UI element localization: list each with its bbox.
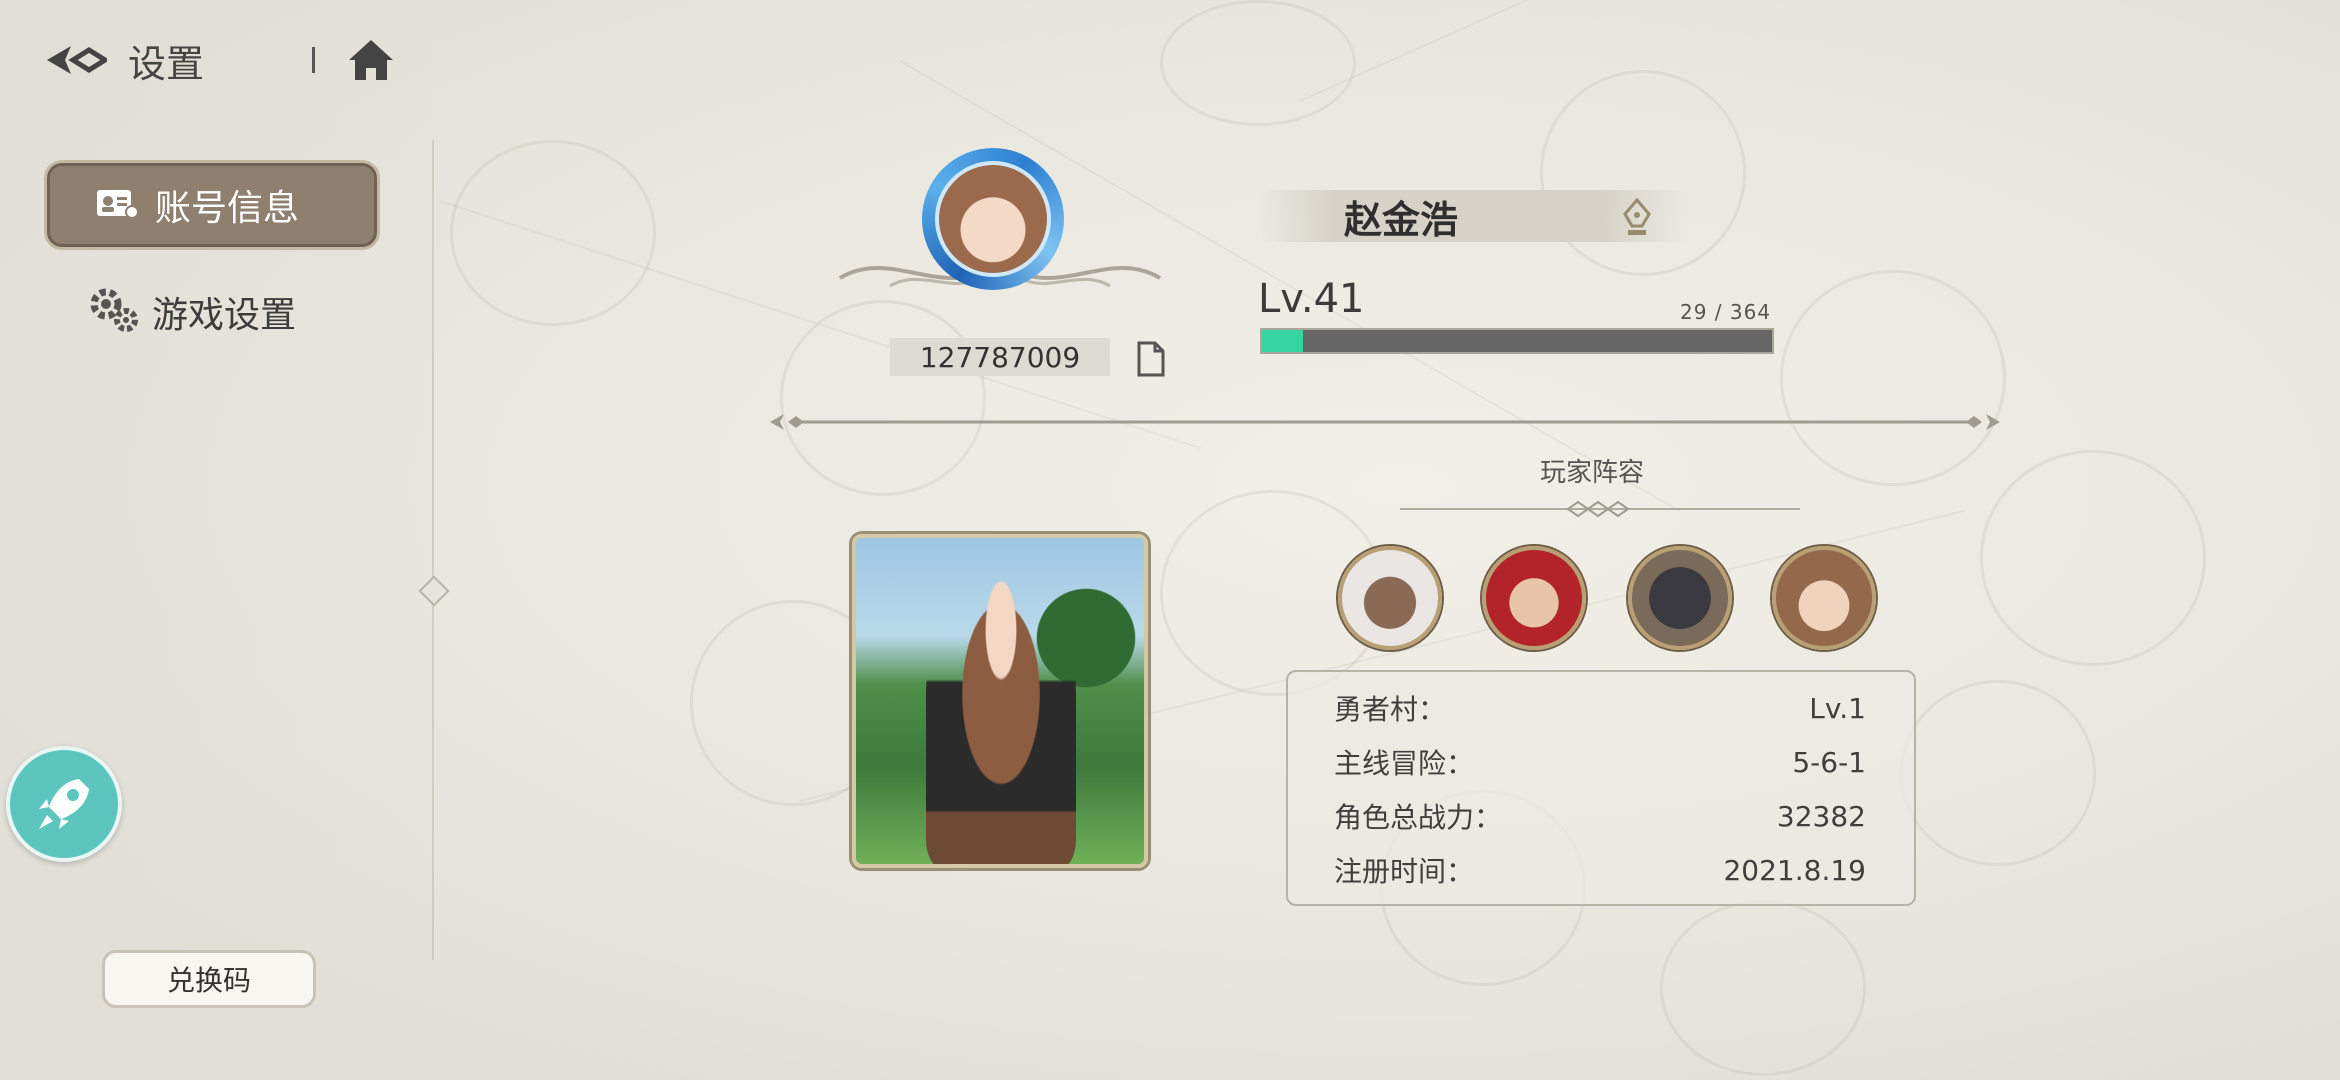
main-character-card[interactable] xyxy=(852,534,1148,868)
stat-value: Lv.1 xyxy=(1809,691,1866,725)
exp-text: 29 / 364 xyxy=(1680,300,1772,324)
player-avatar-frame xyxy=(830,138,1170,308)
lineup-character-3[interactable] xyxy=(1628,546,1732,650)
character-portrait xyxy=(926,578,1076,864)
id-card-icon xyxy=(95,186,139,224)
stat-row-register-date: 注册时间： 2021.8.19 xyxy=(1334,850,1866,890)
lineup-character-1[interactable] xyxy=(1338,546,1442,650)
lineup-character-2[interactable] xyxy=(1482,546,1586,650)
exp-progress-bar xyxy=(1260,328,1774,354)
stat-row-main-adventure: 主线冒险： 5-6-1 xyxy=(1334,742,1866,782)
section-divider xyxy=(770,414,2000,430)
exp-progress-fill xyxy=(1262,330,1303,352)
back-arrow-icon xyxy=(47,46,107,74)
stat-row-hero-village: 勇者村： Lv.1 xyxy=(1334,688,1866,728)
stat-row-total-power: 角色总战力： 32382 xyxy=(1334,796,1866,836)
sidebar-item-label: 账号信息 xyxy=(155,188,300,229)
rocket-icon xyxy=(39,779,89,829)
redeem-code-button[interactable]: 兑换码 xyxy=(102,950,316,1008)
page-title: 设置 xyxy=(128,41,205,86)
copy-icon xyxy=(1137,341,1165,377)
top-bar: 设置 xyxy=(40,30,397,90)
lineup-character-4[interactable] xyxy=(1772,546,1876,650)
stat-label: 勇者村： xyxy=(1334,693,1447,726)
avatar[interactable] xyxy=(922,148,1064,290)
stat-label: 主线冒险： xyxy=(1334,747,1475,780)
stat-value: 2021.8.19 xyxy=(1723,853,1866,887)
lineup-title: 玩家阵容 xyxy=(1540,458,1645,488)
pen-nib-icon xyxy=(1623,197,1651,235)
copy-uid-button[interactable] xyxy=(1136,340,1166,378)
gears-icon xyxy=(88,286,140,338)
stat-label: 注册时间： xyxy=(1334,855,1475,888)
rocket-button[interactable] xyxy=(6,746,122,862)
sidebar-item-label: 游戏设置 xyxy=(152,295,297,336)
home-icon xyxy=(349,40,394,80)
player-level: Lv.41 xyxy=(1258,276,1365,322)
sidebar-item-account-info[interactable]: 账号信息 xyxy=(44,160,380,250)
stat-value: 5-6-1 xyxy=(1792,745,1866,779)
stat-label: 角色总战力： xyxy=(1334,801,1503,834)
sidebar-divider xyxy=(432,140,434,960)
lineup-title-ornament xyxy=(1400,500,1800,518)
edit-name-button[interactable] xyxy=(1620,197,1654,238)
avatar-portrait xyxy=(935,161,1051,277)
player-stats-panel: 勇者村： Lv.1 主线冒险： 5-6-1 角色总战力： 32382 注册时间：… xyxy=(1286,670,1916,906)
stat-value: 32382 xyxy=(1776,799,1866,833)
sidebar-item-game-settings[interactable]: 游戏设置 xyxy=(88,282,296,342)
header-separator xyxy=(312,47,316,73)
player-uid: 127787009 xyxy=(890,338,1110,376)
home-button[interactable] xyxy=(345,34,397,86)
player-name: 赵金浩 xyxy=(1344,197,1459,242)
back-button[interactable] xyxy=(40,30,110,90)
